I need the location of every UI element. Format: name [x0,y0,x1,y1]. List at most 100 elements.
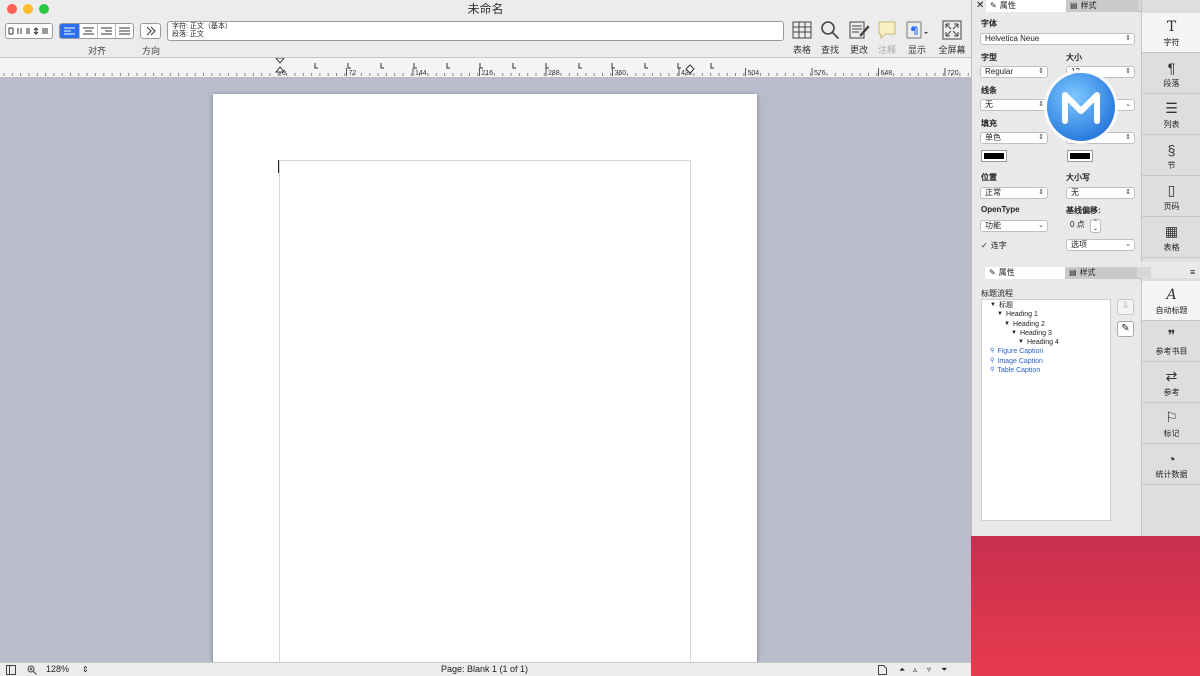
tab-stop-marker[interactable] [677,63,681,69]
pencil-icon: ✎ [1121,323,1130,334]
ligature-checkbox[interactable]: ✓ 连字 [981,240,1007,251]
list-icon: ☰ [1165,100,1178,116]
align-right-button[interactable] [97,24,115,38]
panel-menu-icon-2[interactable]: ≡ [1190,267,1195,277]
baseline-stepper[interactable]: ⌃ ⌄ [1090,219,1101,233]
tab-stop-marker[interactable] [347,63,351,69]
fullscreen-toolbar-button[interactable]: 全屏幕 [937,20,967,56]
direction-button[interactable] [140,23,161,39]
sidebar-item-bibliography[interactable]: ❞ 参考书目 [1142,322,1200,362]
minimize-window-button[interactable] [23,4,33,14]
caption-style-item[interactable]: ⚲ Figure Caption [990,347,1110,356]
heading-style-item[interactable]: ▼ Heading 3 [990,329,1110,338]
zoom-stepper-icon[interactable]: ⇕ [82,663,89,676]
align-left-button[interactable] [60,24,79,38]
updown-icon: ⇕ [1038,189,1044,196]
fill-color-swatch [984,153,1004,159]
sidebar-item-cross-reference[interactable]: ⇄ 参考 [1142,363,1200,403]
sidebar-item-bookmark[interactable]: ⚐ 标记 [1142,404,1200,444]
page-layout-icon[interactable] [878,665,887,675]
track-changes-toolbar-button[interactable]: 更改 [844,20,874,56]
style-field[interactable]: 字符: 正文（基本） 段落: 正文 [167,21,784,41]
find-toolbar-button[interactable]: 查找 [815,20,845,56]
updown-icon: ⇕ [1125,189,1131,196]
heading-style-item[interactable]: ▼ Heading 4 [990,338,1110,347]
comment-toolbar-button[interactable]: 注释 [872,20,902,56]
fill-color-well[interactable] [981,150,1007,162]
tab-properties[interactable]: ✎ 属性 [986,0,1066,12]
sidebar-item-section[interactable]: § 节 [1142,136,1200,176]
tab-stop-marker[interactable] [611,63,615,69]
styles-icon: ▤ [1070,1,1078,10]
ruler-label: 648 [881,70,893,77]
background-color-well[interactable] [1067,150,1093,162]
caption-style-item[interactable]: ⚲ Table Caption [990,366,1110,375]
tab-properties-2[interactable]: ✎ 属性 [985,267,1065,279]
tab-stop-marker[interactable] [380,63,384,69]
next-page-icon[interactable]: ▿ [927,663,931,676]
sidebar-item-character[interactable]: T 字符 [1142,13,1200,53]
strokes-popup[interactable]: 无 ⇕ [980,99,1048,111]
heading-style-item[interactable]: ▼ 标题 [990,301,1110,310]
position-popup[interactable]: 正常 ⇕ [980,187,1048,199]
caption-style-item[interactable]: ⚲ Image Caption [990,357,1110,366]
line-spacing-control[interactable] [5,23,53,39]
options-popup[interactable]: 选项 ⌄ [1066,239,1135,251]
heading-tree[interactable]: ▼ 标题 ▼ Heading 1 ▼ Heading 2 ▼ Heading 3 ▼ Headin… [981,299,1111,521]
sidebar-item-list[interactable]: ☰ 列表 [1142,95,1200,135]
tab-stop-marker[interactable] [578,63,582,69]
heading-style-item[interactable]: ▼ Heading 1 [990,310,1110,319]
opentype-popup[interactable]: 功能 ⌄ [980,220,1048,232]
zoom-icon[interactable] [27,665,37,675]
updown-icon: ⇕ [1125,134,1131,141]
case-popup[interactable]: 无 ⇕ [1066,187,1135,199]
sidebar-item-table[interactable]: ▦ 表格 [1142,218,1200,258]
headings-tabs: ✎ 属性 ▤ 样式 [985,267,1151,279]
table-icon [792,21,812,39]
heading-style-item[interactable]: ▼ Heading 2 [990,320,1110,329]
document-page[interactable] [213,94,757,676]
zoom-window-button[interactable] [39,4,49,14]
first-page-icon[interactable]: ⏶ [899,663,905,676]
checkmark-icon: ✓ [981,241,988,250]
tab-stop-marker[interactable] [710,63,714,69]
align-center-button[interactable] [79,24,97,38]
sidebar-item-statistics[interactable]: ◔ 统计数据 [1142,445,1200,485]
show-toolbar-button[interactable]: 显示 [902,20,932,56]
left-indent-marker[interactable] [274,58,286,73]
table-toolbar-button[interactable]: 表格 [787,20,817,56]
typeface-popup[interactable]: Regular ⇕ [980,66,1048,78]
text-area[interactable] [279,160,691,676]
tab-stop-marker[interactable] [479,63,483,69]
sidebar-item-page-number[interactable]: ▯ 页码 [1142,177,1200,217]
tab-styles[interactable]: ▤ 样式 [1066,0,1138,12]
tab-stop-marker[interactable] [545,63,549,69]
edit-heading-button[interactable]: ✎ [1117,321,1134,337]
section-icon: § [1167,142,1176,158]
track-changes-toolbar-label: 更改 [849,45,868,55]
close-window-button[interactable] [7,4,17,14]
fill-popup[interactable]: 单色 ⇕ [980,132,1048,144]
close-panel-icon[interactable]: ✕ [976,0,984,11]
sidebar-toggle-icon[interactable] [6,665,16,675]
justify-button[interactable] [115,24,133,38]
tab-stop-marker[interactable] [413,63,417,69]
ruler-label: 576 [814,70,826,77]
font-popup[interactable]: Helvetica Neue ⇕ [980,33,1135,45]
tab-stop-marker[interactable] [644,63,648,69]
tab-styles-2[interactable]: ▤ 样式 [1065,267,1137,279]
tab-stop-marker[interactable] [446,63,450,69]
insert-heading-button[interactable]: ⇩ [1117,299,1134,315]
tab-stop-marker[interactable] [314,63,318,69]
sidebar-item-paragraph[interactable]: ¶ 段落 [1142,54,1200,94]
heading-marker-icon: ▼ [990,302,996,308]
zoom-level[interactable]: 128% [46,663,69,676]
direction-label: 方向 [141,46,160,56]
ruler[interactable]: 0 72 144 216 288 360 432 504 576 648 720 [0,58,971,78]
updown-icon: ⇕ [1038,101,1044,108]
baseline-field[interactable]: 0 点 [1066,220,1088,232]
last-page-icon[interactable]: ⏷ [941,663,947,676]
sidebar-item-auto-heading[interactable]: A 自动标题 [1142,281,1200,321]
tab-stop-marker[interactable] [512,63,516,69]
previous-page-icon[interactable]: ▵ [913,663,917,676]
